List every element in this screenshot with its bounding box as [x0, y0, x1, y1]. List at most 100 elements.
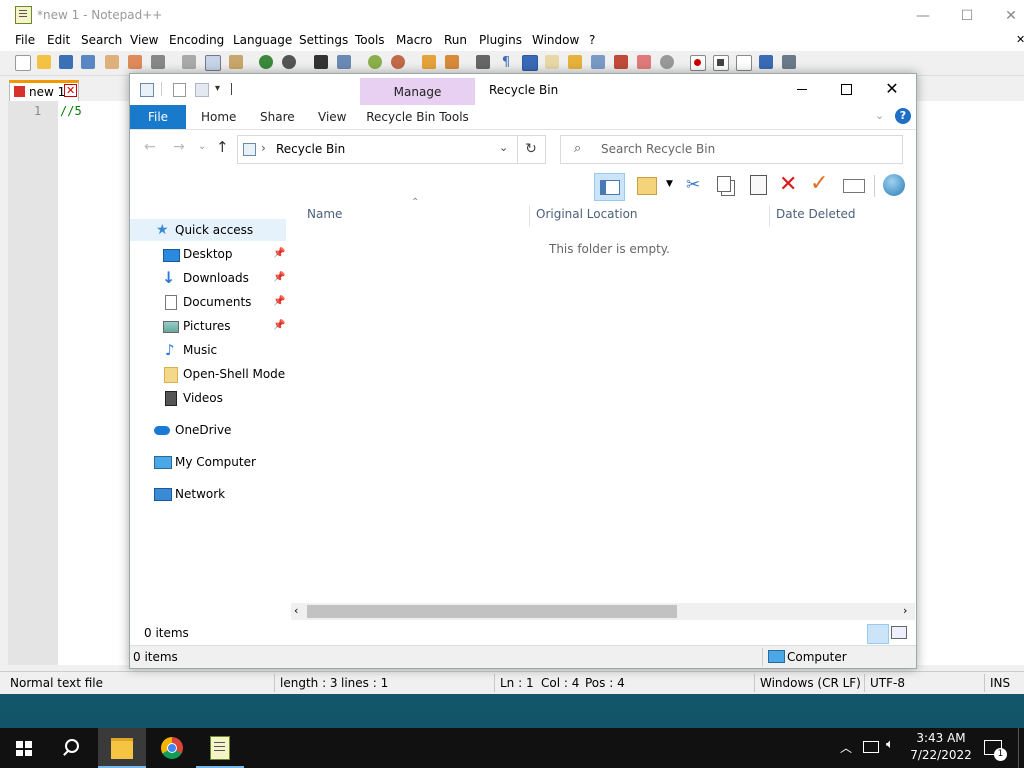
- word-wrap-icon[interactable]: [476, 55, 490, 69]
- tab-file[interactable]: File: [130, 105, 186, 129]
- horizontal-scrollbar[interactable]: ‹ ›: [291, 603, 915, 620]
- save-macro-icon[interactable]: [782, 55, 796, 69]
- pin-icon[interactable]: 📌: [273, 267, 285, 289]
- open-file-icon[interactable]: [37, 55, 51, 69]
- file-list[interactable]: ⌃ Name Original Location Date Deleted Th…: [291, 197, 915, 605]
- scrollbar-thumb[interactable]: [307, 605, 677, 618]
- function-list-icon[interactable]: [614, 55, 628, 69]
- undo-icon[interactable]: [259, 55, 273, 69]
- back-arrow-icon[interactable]: ←: [144, 139, 156, 155]
- minimize-button[interactable]: —: [900, 4, 946, 28]
- menu-window[interactable]: Window: [532, 33, 579, 47]
- new-folder-icon[interactable]: [195, 83, 209, 97]
- nav-my-computer[interactable]: My Computer: [130, 451, 286, 473]
- new-item-icon[interactable]: [637, 177, 657, 195]
- column-original-location[interactable]: Original Location: [536, 207, 638, 221]
- copy-icon[interactable]: [205, 55, 221, 71]
- tab-recycle-bin-tools[interactable]: Recycle Bin Tools: [360, 105, 475, 129]
- column-date-deleted[interactable]: Date Deleted: [776, 207, 856, 221]
- large-icons-view-icon[interactable]: [891, 626, 907, 639]
- pin-icon[interactable]: 📌: [273, 243, 285, 265]
- nav-videos[interactable]: Videos: [130, 387, 286, 409]
- tab-view[interactable]: View: [318, 105, 346, 129]
- tab-share[interactable]: Share: [260, 105, 295, 129]
- menu-search[interactable]: Search: [81, 33, 122, 47]
- menu-file[interactable]: File: [15, 33, 35, 47]
- nav-documents[interactable]: Documents 📌: [130, 291, 286, 313]
- navigation-pane-icon[interactable]: [594, 173, 625, 201]
- taskbar-chrome[interactable]: [148, 728, 196, 768]
- maximize-button[interactable]: ☐: [944, 4, 990, 28]
- menu-encoding[interactable]: Encoding: [169, 33, 224, 47]
- address-dropdown-icon[interactable]: ⌄: [499, 141, 508, 154]
- folder-workspace-icon[interactable]: [637, 55, 651, 69]
- menu-edit[interactable]: Edit: [47, 33, 70, 47]
- tab-home[interactable]: Home: [201, 105, 236, 129]
- record-macro-icon[interactable]: [690, 55, 706, 71]
- nav-music[interactable]: ♪ Music: [130, 339, 286, 361]
- sync-vertical-icon[interactable]: [422, 55, 436, 69]
- new-file-icon[interactable]: [15, 55, 31, 71]
- tab-new-1[interactable]: new 1 ✕: [9, 80, 79, 103]
- cut-icon[interactable]: ✂: [686, 175, 700, 195]
- menu-tools[interactable]: Tools: [355, 33, 385, 47]
- sync-horizontal-icon[interactable]: [445, 55, 459, 69]
- close-all-files-icon[interactable]: [128, 55, 142, 69]
- open-shell-icon[interactable]: [883, 174, 905, 196]
- doc-map-icon[interactable]: [568, 55, 582, 69]
- tab-close-icon[interactable]: ✕: [64, 84, 78, 97]
- delete-icon[interactable]: ✕: [779, 172, 797, 197]
- show-desktop-button[interactable]: [1018, 728, 1024, 768]
- show-hidden-icons-icon[interactable]: ︿: [840, 739, 852, 756]
- nav-downloads[interactable]: ↓ Downloads 📌: [130, 267, 286, 289]
- search-button[interactable]: [48, 728, 96, 768]
- udl-icon[interactable]: [545, 55, 559, 69]
- find-icon[interactable]: [314, 55, 328, 69]
- save-icon[interactable]: [59, 55, 73, 69]
- taskbar-file-explorer[interactable]: [98, 728, 146, 768]
- monitoring-icon[interactable]: [660, 55, 674, 69]
- stop-macro-icon[interactable]: [713, 55, 729, 71]
- indent-guide-icon[interactable]: [522, 55, 538, 71]
- paste-icon[interactable]: [229, 55, 243, 69]
- refresh-icon[interactable]: ↻: [517, 135, 546, 164]
- recent-locations-icon[interactable]: ⌄: [198, 141, 206, 152]
- show-all-chars-icon[interactable]: ¶: [499, 55, 513, 70]
- start-button[interactable]: [0, 728, 48, 768]
- menu-language[interactable]: Language: [233, 33, 292, 47]
- column-name[interactable]: Name: [307, 207, 342, 221]
- nav-desktop[interactable]: Desktop 📌: [130, 243, 286, 265]
- explorer-minimize-button[interactable]: [780, 74, 824, 104]
- qat-dropdown-icon[interactable]: ▾: [215, 83, 220, 94]
- zoom-out-icon[interactable]: [391, 55, 405, 69]
- replace-icon[interactable]: [337, 55, 351, 69]
- details-view-icon[interactable]: [867, 624, 889, 644]
- search-box[interactable]: ⌕ Search Recycle Bin: [560, 135, 903, 164]
- menu-settings[interactable]: Settings: [299, 33, 348, 47]
- copy-icon[interactable]: [717, 176, 731, 192]
- print-icon[interactable]: [151, 55, 165, 69]
- taskbar-notepad-plus-plus[interactable]: [196, 728, 244, 768]
- run-macro-multiple-icon[interactable]: [759, 55, 773, 69]
- close-button[interactable]: ✕: [988, 4, 1024, 28]
- menu-run[interactable]: Run: [444, 33, 467, 47]
- nav-open-shell-modern[interactable]: Open-Shell Modern: [130, 363, 286, 385]
- tab-manage[interactable]: Manage: [360, 78, 475, 105]
- scroll-left-icon[interactable]: ‹: [294, 604, 298, 617]
- editor-text[interactable]: //5: [60, 104, 82, 118]
- play-macro-icon[interactable]: [736, 55, 752, 71]
- properties-icon[interactable]: [173, 83, 186, 97]
- help-icon[interactable]: ?: [895, 108, 911, 124]
- scroll-right-icon[interactable]: ›: [903, 604, 907, 617]
- restore-checkmark-icon[interactable]: ✓: [810, 171, 828, 196]
- cut-icon[interactable]: [182, 55, 196, 69]
- nav-quick-access[interactable]: ★ Quick access: [130, 219, 286, 241]
- nav-network[interactable]: Network: [130, 483, 286, 505]
- menu-help[interactable]: ?: [589, 33, 595, 47]
- doc-list-icon[interactable]: [591, 55, 605, 69]
- clock[interactable]: 3:43 AM 7/22/2022: [908, 731, 974, 762]
- pin-icon[interactable]: 📌: [273, 291, 285, 313]
- menu-plugins[interactable]: Plugins: [479, 33, 522, 47]
- up-arrow-icon[interactable]: ↑: [216, 138, 229, 156]
- forward-arrow-icon[interactable]: →: [173, 139, 185, 155]
